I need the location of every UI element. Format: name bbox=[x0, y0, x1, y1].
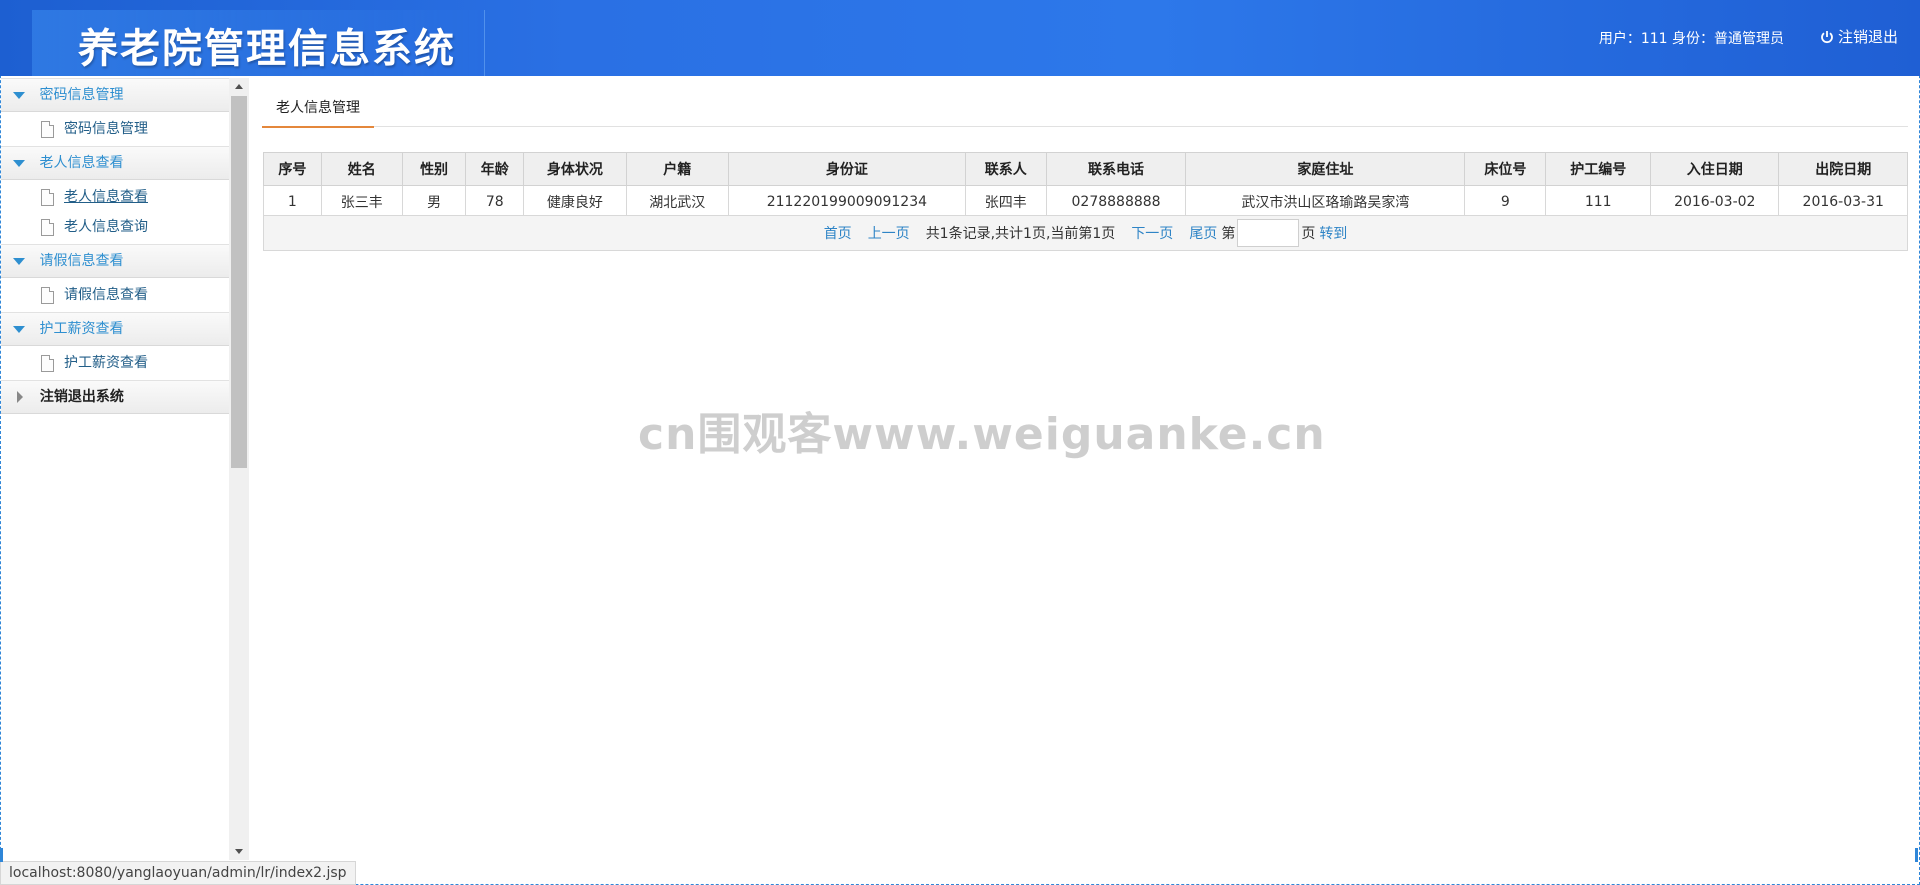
column-header: 身份证 bbox=[728, 152, 966, 186]
sidebar-item-leave-view[interactable]: 请假信息查看 bbox=[1, 280, 229, 310]
document-icon bbox=[41, 218, 54, 236]
column-header: 年龄 bbox=[465, 152, 525, 186]
column-header: 家庭住址 bbox=[1185, 152, 1466, 186]
table-cell: 1 bbox=[263, 185, 322, 219]
logout-label: 注销退出 bbox=[1837, 28, 1898, 46]
watermark-text: cn围观客www.weiguanke.cn bbox=[638, 409, 1326, 460]
status-bar-url: localhost:8080/yanglaoyuan/admin/lr/inde… bbox=[0, 861, 356, 885]
scrollbar-thumb[interactable] bbox=[231, 96, 247, 468]
column-header: 联系电话 bbox=[1045, 152, 1187, 186]
collapsed-arrow-icon bbox=[17, 391, 23, 403]
sidebar-item-label: 老人信息查询 bbox=[64, 219, 148, 235]
menu-group-label: 请假信息查看 bbox=[39, 253, 124, 269]
column-header: 入住日期 bbox=[1650, 152, 1780, 186]
menu-group-label: 注销退出系统 bbox=[39, 389, 124, 405]
main-content: 老人信息管理 序号 姓名 性别 年龄 身体状况 户籍 身份证 联系人 联系电话 … bbox=[262, 92, 1908, 852]
expand-arrow-icon bbox=[13, 325, 25, 333]
page-suffix-label: 页 bbox=[1301, 226, 1316, 242]
sidebar-item-elder-view[interactable]: 老人信息查看 bbox=[1, 182, 229, 212]
pager-summary: 共1条记录,共计1页,当前第1页 bbox=[925, 226, 1116, 242]
sidebar-item-label: 密码信息管理 bbox=[64, 121, 148, 137]
scroll-down-icon[interactable] bbox=[235, 849, 243, 854]
sidebar-item-label: 请假信息查看 bbox=[64, 287, 148, 303]
table-cell: 9 bbox=[1464, 185, 1547, 219]
menu-group-label: 护工薪资查看 bbox=[39, 321, 124, 337]
menu-sub-salary: 护工薪资查看 bbox=[1, 346, 229, 380]
sidebar: 密码信息管理 密码信息管理 老人信息查看 老人信息查看 老人信息查询 请假信息查… bbox=[1, 78, 230, 858]
power-icon bbox=[1820, 30, 1834, 44]
sidebar-item-salary-view[interactable]: 护工薪资查看 bbox=[1, 348, 229, 378]
last-page-link[interactable]: 尾页 bbox=[1189, 223, 1217, 243]
sidebar-item-label: 老人信息查看 bbox=[64, 189, 148, 205]
edge-marker bbox=[1915, 848, 1918, 862]
go-to-page-link[interactable]: 转到 bbox=[1319, 223, 1347, 243]
page-prefix-label: 第 bbox=[1221, 226, 1236, 242]
prev-page-link[interactable]: 上一页 bbox=[868, 223, 910, 243]
menu-group-leave[interactable]: 请假信息查看 bbox=[1, 244, 229, 278]
menu-group-password[interactable]: 密码信息管理 bbox=[1, 78, 229, 112]
menu-group-label: 老人信息查看 bbox=[39, 155, 124, 171]
sidebar-item-elder-query[interactable]: 老人信息查询 bbox=[1, 212, 229, 242]
sidebar-item-password-manage[interactable]: 密码信息管理 bbox=[1, 114, 229, 144]
table-cell: 湖北武汉 bbox=[625, 185, 730, 219]
page-number-input[interactable] bbox=[1237, 219, 1300, 247]
edge-marker bbox=[0, 848, 3, 862]
menu-sub-elder: 老人信息查看 老人信息查询 bbox=[1, 180, 229, 244]
pagination-bar: 首页 上一页 共1条记录,共计1页,当前第1页 下一页 尾页 第 页 转到 bbox=[263, 215, 1908, 251]
menu-group-salary[interactable]: 护工薪资查看 bbox=[1, 312, 229, 346]
column-header: 护工编号 bbox=[1545, 152, 1652, 186]
column-header: 床位号 bbox=[1464, 152, 1547, 186]
table-cell: 0278888888 bbox=[1045, 185, 1187, 219]
menu-group-logout[interactable]: 注销退出系统 bbox=[1, 380, 229, 414]
expand-arrow-icon bbox=[13, 257, 25, 265]
table-cell: 111 bbox=[1545, 185, 1652, 219]
table-cell: 2016-03-31 bbox=[1778, 185, 1908, 219]
sidebar-item-label: 护工薪资查看 bbox=[64, 355, 148, 371]
column-header: 户籍 bbox=[625, 152, 730, 186]
next-page-link[interactable]: 下一页 bbox=[1131, 223, 1173, 243]
document-icon bbox=[41, 188, 54, 206]
table-cell: 张四丰 bbox=[964, 185, 1047, 219]
table-cell: 78 bbox=[465, 185, 525, 219]
table-cell: 2016-03-02 bbox=[1650, 185, 1780, 219]
logout-link[interactable]: 注销退出 bbox=[1820, 26, 1898, 47]
table-row[interactable]: 1 张三丰 男 78 健康良好 湖北武汉 211220199009091234 … bbox=[263, 185, 1908, 219]
sidebar-scrollbar[interactable] bbox=[229, 78, 249, 860]
table-cell: 武汉市洪山区珞瑜路吴家湾 bbox=[1185, 185, 1466, 219]
scroll-up-icon[interactable] bbox=[235, 84, 243, 89]
user-info: 用户：111 身份：普通管理员 bbox=[1598, 31, 1784, 47]
expand-arrow-icon bbox=[13, 159, 25, 167]
menu-group-label: 密码信息管理 bbox=[39, 87, 124, 103]
column-header: 身体状况 bbox=[523, 152, 627, 186]
document-icon bbox=[41, 286, 54, 304]
document-icon bbox=[41, 354, 54, 372]
tab-bar: 老人信息管理 bbox=[262, 92, 1908, 128]
table-cell: 健康良好 bbox=[523, 185, 627, 219]
table-header-row: 序号 姓名 性别 年龄 身体状况 户籍 身份证 联系人 联系电话 家庭住址 床位… bbox=[263, 152, 1908, 186]
elder-table: 序号 姓名 性别 年龄 身体状况 户籍 身份证 联系人 联系电话 家庭住址 床位… bbox=[263, 152, 1908, 219]
column-header: 姓名 bbox=[320, 152, 403, 186]
column-header: 序号 bbox=[263, 152, 322, 186]
menu-group-elder[interactable]: 老人信息查看 bbox=[1, 146, 229, 180]
menu-sub-password: 密码信息管理 bbox=[1, 112, 229, 146]
table-cell: 211220199009091234 bbox=[728, 185, 966, 219]
table-cell: 男 bbox=[401, 185, 467, 219]
menu-sub-leave: 请假信息查看 bbox=[1, 278, 229, 312]
column-header: 出院日期 bbox=[1778, 152, 1908, 186]
first-page-link[interactable]: 首页 bbox=[824, 223, 852, 243]
header-bar: 养老院管理信息系统 用户：111 身份：普通管理员 注销退出 bbox=[0, 0, 1920, 76]
document-icon bbox=[41, 120, 54, 138]
app-title: 养老院管理信息系统 bbox=[78, 26, 456, 72]
column-header: 性别 bbox=[401, 152, 467, 186]
table-cell: 张三丰 bbox=[320, 185, 403, 219]
expand-arrow-icon bbox=[13, 91, 25, 99]
tab-elder-manage[interactable]: 老人信息管理 bbox=[262, 92, 374, 128]
column-header: 联系人 bbox=[964, 152, 1047, 186]
